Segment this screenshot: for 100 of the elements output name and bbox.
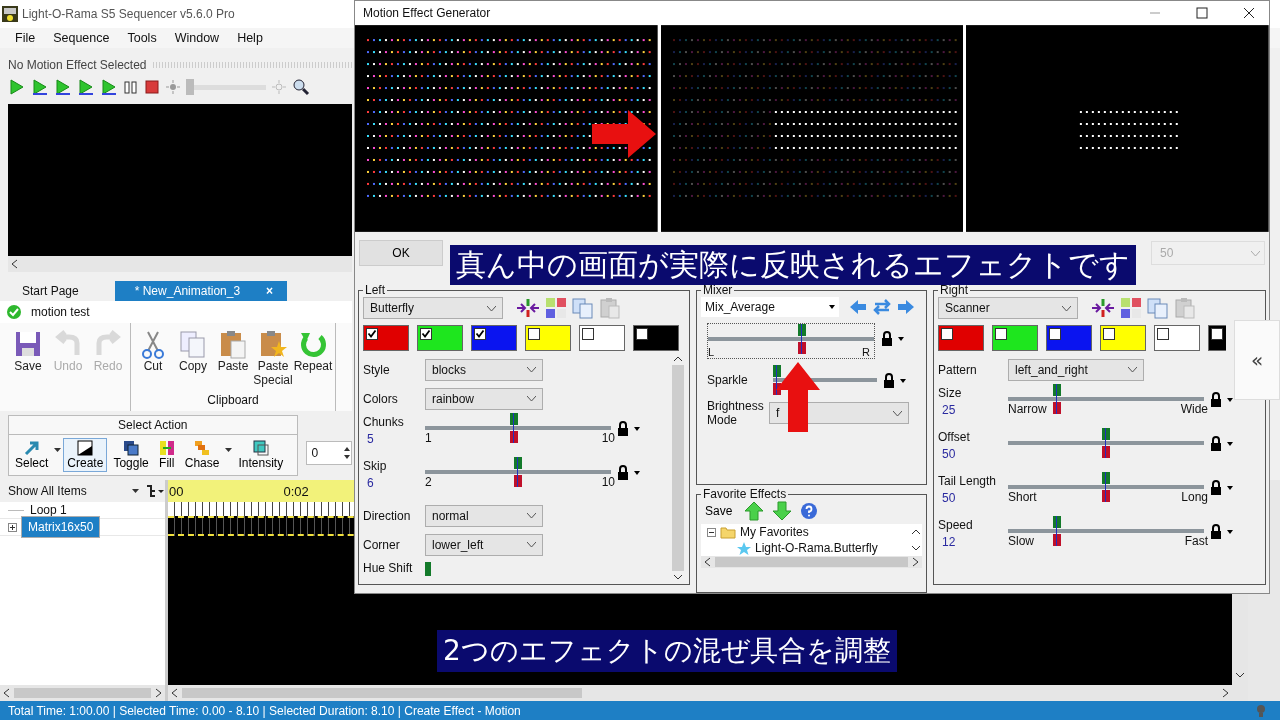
ribbon-button[interactable]: Paste [213,327,253,389]
zoom-icon[interactable] [292,78,310,96]
up-arrow-icon[interactable] [744,501,765,521]
tool-button[interactable]: Toggle [109,438,153,472]
chevron-down-icon[interactable] [527,542,536,547]
tool-button[interactable]: Create [63,438,108,472]
chevron-down-icon[interactable] [527,396,536,401]
color-swatch[interactable] [363,325,409,351]
menu-item[interactable]: Tools [118,31,166,45]
menu-item[interactable]: Window [165,31,229,45]
color-grid-icon[interactable] [545,297,567,319]
help-icon[interactable] [800,502,819,520]
lock-icon[interactable] [617,421,629,436]
lock-icon[interactable] [883,373,895,388]
document-tab[interactable]: * New_Animation_3 × [114,281,288,301]
caret-icon[interactable] [634,471,640,475]
color-swatch[interactable] [1154,325,1200,351]
checkbox[interactable] [582,328,594,340]
slider-thumb[interactable] [425,562,431,576]
dropdown-field[interactable]: rainbow [425,387,543,410]
slider-thumb[interactable] [510,413,519,443]
caret-icon[interactable] [225,448,233,452]
tree-item[interactable]: Matrix16x50 [21,516,101,538]
tree-item[interactable]: Light-O-Rama.Butterfly [755,541,878,555]
horizontal-scrollbar[interactable] [8,256,352,272]
caret-icon[interactable] [1227,486,1233,490]
pause-icon[interactable] [123,79,139,95]
play-icon[interactable] [54,78,72,96]
caret-icon[interactable] [898,337,904,341]
ok-button[interactable]: OK [359,240,443,266]
slider-thumb[interactable] [1102,472,1110,502]
checkbox[interactable] [366,328,378,340]
caret-icon[interactable] [634,427,640,431]
slider-thumb[interactable] [1053,384,1062,414]
spin-arrows-icon[interactable] [343,445,351,461]
caret-icon[interactable] [829,305,835,309]
scroll-down-icon[interactable] [1235,671,1245,679]
spin-field[interactable]: 0 [305,441,352,465]
scroll-down-icon[interactable] [911,544,921,552]
menu-item[interactable]: Sequence [44,31,119,45]
color-swatch[interactable] [525,325,571,351]
balance-slider[interactable]: L R [707,323,875,359]
tool-button[interactable]: Select [11,438,53,472]
chevron-down-icon[interactable] [1062,305,1071,311]
down-arrow-icon[interactable] [772,501,793,521]
left-arrow-icon[interactable] [849,299,867,315]
ribbon-button[interactable]: Repeat [293,327,333,389]
checkbox[interactable] [941,328,953,340]
dropdown-field[interactable]: normal [425,504,543,527]
ribbon-button[interactable]: Paste Special [253,327,293,389]
color-swatch[interactable] [633,325,679,351]
chevron-down-icon[interactable] [527,513,536,518]
horizontal-scrollbar[interactable] [701,556,922,568]
play-icon[interactable] [77,78,95,96]
tool-button[interactable]: Intensity [234,438,288,472]
lock-icon[interactable] [1210,524,1222,539]
scroll-up-icon[interactable] [911,528,921,536]
slider-thumb[interactable] [186,79,194,95]
checkbox[interactable] [474,328,486,340]
dropdown-field[interactable]: lower_left [425,533,543,556]
close-icon[interactable]: × [266,284,274,298]
swap-arrows-icon[interactable] [873,299,891,315]
color-swatch[interactable] [579,325,625,351]
checkbox[interactable] [1049,328,1061,340]
play-icon[interactable] [100,78,118,96]
tool-button[interactable]: Fill [154,438,179,472]
chevron-down-icon[interactable] [527,367,536,372]
tree-item[interactable]: My Favorites [740,525,809,539]
color-grid-icon[interactable] [1120,297,1142,319]
lock-icon[interactable] [881,331,893,346]
checkbox[interactable] [1103,328,1115,340]
color-swatch[interactable] [992,325,1038,351]
effect-dropdown[interactable]: Butterfly [363,297,503,319]
caret-icon[interactable] [1227,442,1233,446]
close-icon[interactable] [1243,7,1255,19]
lock-icon[interactable] [1210,480,1222,495]
slider-thumb[interactable] [773,365,781,395]
stop-icon[interactable] [144,79,160,95]
color-swatch[interactable] [938,325,984,351]
collapse-button[interactable]: « [1234,320,1280,400]
ribbon-button[interactable]: Cut [133,327,173,389]
checkbox[interactable] [636,328,648,340]
slider-thumb[interactable] [514,457,522,487]
right-arrow-icon[interactable] [897,299,915,315]
menu-item[interactable]: File [6,31,45,45]
checkbox[interactable] [420,328,432,340]
effect-dropdown[interactable]: Scanner [938,297,1078,319]
document-tab[interactable]: Start Page [8,281,93,301]
dropdown-field[interactable]: blocks [425,358,543,381]
caret-icon[interactable] [1227,530,1233,534]
slider-thumb[interactable] [798,324,807,354]
dropdown-field[interactable]: left_and_right [1008,358,1144,381]
maximize-icon[interactable] [1196,7,1208,19]
chevron-down-icon[interactable] [1128,367,1137,372]
tool-button[interactable]: Chase [180,438,224,472]
expand-icon[interactable] [8,522,17,532]
color-swatch[interactable] [417,325,463,351]
caret-icon[interactable] [132,489,139,493]
play-icon[interactable] [31,78,49,96]
slider-thumb[interactable] [1102,428,1110,458]
